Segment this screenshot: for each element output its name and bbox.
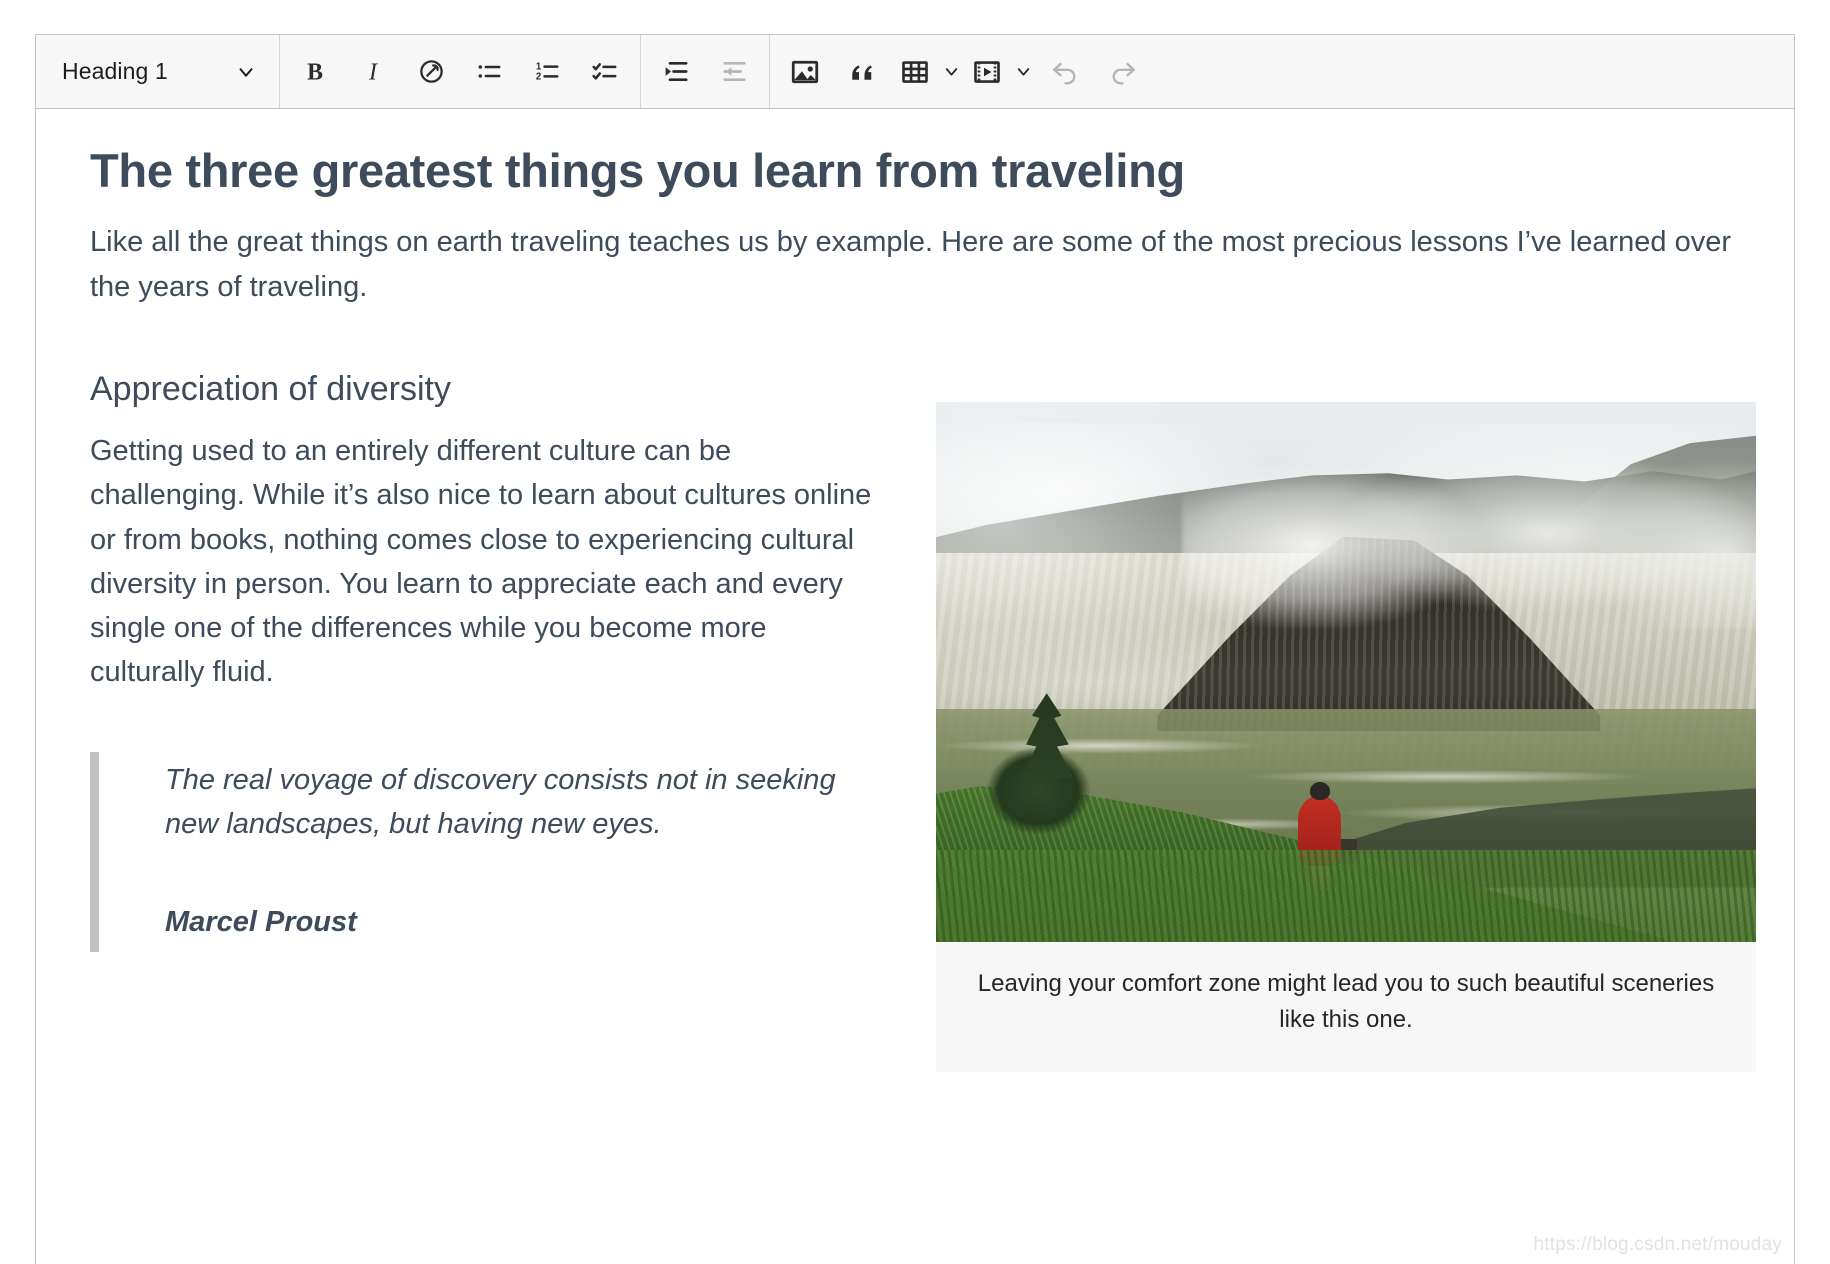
undo-button[interactable]	[1036, 45, 1094, 99]
insert-group	[770, 35, 1158, 108]
insert-table-chevron-down-icon[interactable]	[938, 45, 964, 99]
insert-media-chevron-down-icon[interactable]	[1010, 45, 1036, 99]
insert-table-control[interactable]	[892, 45, 964, 99]
blockquote-text[interactable]: The real voyage of discovery consists no…	[165, 758, 880, 846]
page-title[interactable]: The three greatest things you learn from…	[90, 143, 1740, 198]
decrease-indent-button[interactable]	[705, 45, 763, 99]
right-column: Leaving your comfort zone might lead you…	[936, 369, 1756, 1072]
image-caption-text[interactable]: Leaving your comfort zone might lead you…	[976, 966, 1716, 1038]
numbered-list-button[interactable]: 1 2	[518, 45, 576, 99]
section-heading[interactable]: Appreciation of diversity	[90, 369, 880, 410]
bold-button[interactable]: B	[286, 45, 344, 99]
content-columns: Appreciation of diversity Getting used t…	[90, 369, 1756, 1072]
photo-person-head	[1309, 781, 1330, 801]
intro-paragraph[interactable]: Like all the great things on earth trave…	[90, 220, 1740, 308]
chevron-down-icon	[235, 61, 257, 83]
svg-text:I: I	[368, 59, 378, 85]
heading-group: Heading 1	[36, 35, 280, 108]
insert-media-control[interactable]	[964, 45, 1036, 99]
redo-button[interactable]	[1094, 45, 1152, 99]
section-paragraph[interactable]: Getting used to an entirely different cu…	[90, 429, 880, 693]
watermark: https://blog.csdn.net/mouday	[1533, 1234, 1782, 1255]
photo-foreground-grass	[936, 849, 1756, 942]
insert-image-button[interactable]	[776, 45, 834, 99]
blockquote-author[interactable]: Marcel Proust	[165, 900, 880, 944]
bulleted-list-button[interactable]	[460, 45, 518, 99]
indent-group	[641, 35, 770, 108]
block-quote-button[interactable]	[834, 45, 892, 99]
todo-list-button[interactable]	[576, 45, 634, 99]
blockquote[interactable]: The real voyage of discovery consists no…	[90, 751, 880, 953]
svg-text:2: 2	[535, 71, 540, 82]
photo-steam-layer	[1182, 444, 1756, 629]
heading-style-dropdown[interactable]: Heading 1	[36, 35, 279, 108]
left-column: Appreciation of diversity Getting used t…	[90, 369, 880, 953]
document-editing-area[interactable]: The three greatest things you learn from…	[36, 109, 1794, 1264]
editor-toolbar: Heading 1 B I 1 2	[36, 35, 1794, 109]
rich-text-editor: Heading 1 B I 1 2 The three greatest thi…	[35, 34, 1795, 1264]
increase-indent-button[interactable]	[647, 45, 705, 99]
image-caption-box[interactable]: Leaving your comfort zone might lead you…	[936, 941, 1756, 1072]
format-group: B I 1 2	[280, 35, 641, 108]
image-figure[interactable]: Leaving your comfort zone might lead you…	[936, 401, 1756, 1072]
volcano-photo[interactable]	[936, 401, 1756, 942]
link-button[interactable]	[402, 45, 460, 99]
insert-table-button[interactable]	[892, 45, 938, 99]
heading-style-value: Heading 1	[62, 58, 168, 84]
italic-button[interactable]: I	[344, 45, 402, 99]
svg-text:B: B	[307, 59, 323, 85]
insert-media-button[interactable]	[964, 45, 1010, 99]
